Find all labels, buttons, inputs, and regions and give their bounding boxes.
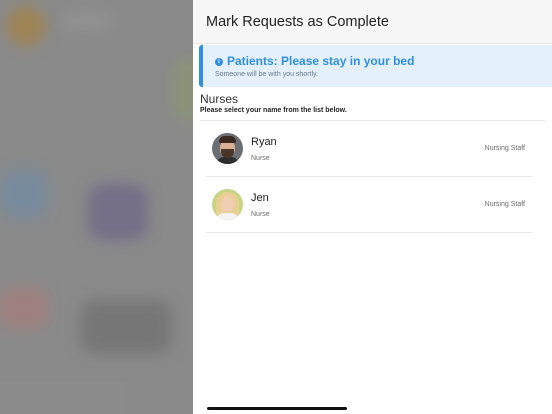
nurse-list: Ryan Nurse Nursing Staff Jen Nurse Nursi… (206, 121, 532, 233)
info-icon: i (215, 57, 223, 66)
nurse-name: Jen (251, 191, 269, 204)
alert-title: Patients: Please stay in your bed (227, 54, 415, 68)
nurses-section: Nurses Please select your name from the … (200, 92, 545, 121)
nurse-row-ryan[interactable]: Ryan Nurse Nursing Staff (206, 121, 532, 177)
background-app (0, 0, 193, 414)
nurse-name: Ryan (251, 135, 277, 148)
panel-title: Mark Requests as Complete (206, 13, 389, 30)
nurse-role: Nurse (251, 154, 270, 162)
nurse-role: Nurse (251, 210, 270, 218)
avatar (212, 133, 243, 164)
dim-overlay[interactable] (0, 0, 193, 414)
avatar (212, 189, 243, 220)
patient-alert: i Patients: Please stay in your bed Some… (199, 45, 552, 87)
section-title: Nurses (200, 92, 239, 106)
section-subtitle: Please select your name from the list be… (200, 107, 347, 114)
nurse-group: Nursing Staff (484, 201, 525, 208)
nurse-group: Nursing Staff (484, 145, 525, 152)
home-indicator[interactable] (207, 407, 347, 410)
alert-subtitle: Someone will be with you shortly. (215, 71, 318, 78)
nurse-row-jen[interactable]: Jen Nurse Nursing Staff (206, 177, 532, 233)
complete-requests-panel: Mark Requests as Complete i Patients: Pl… (193, 0, 552, 414)
panel-header: Mark Requests as Complete (193, 0, 552, 44)
